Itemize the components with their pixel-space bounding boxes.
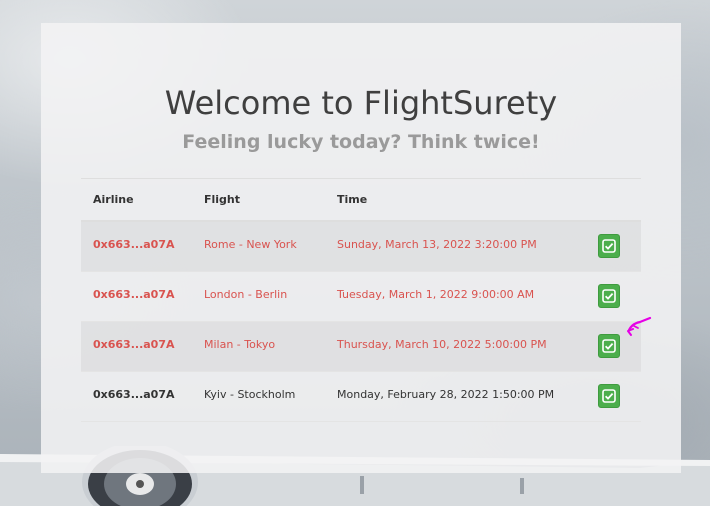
flight-route: London - Berlin — [204, 288, 288, 301]
check-square-icon — [602, 239, 616, 253]
flight-time: Monday, February 28, 2022 1:50:00 PM — [337, 388, 555, 401]
check-square-icon — [602, 289, 616, 303]
flight-route: Rome - New York — [204, 238, 297, 251]
table-row: 0x663...a07A Rome - New York Sunday, Mar… — [81, 222, 641, 272]
column-header-airline: Airline — [93, 193, 134, 206]
flight-route: Kyiv - Stockholm — [204, 388, 296, 401]
select-flight-button[interactable] — [598, 384, 620, 408]
hand-pointer-icon — [627, 316, 652, 336]
column-header-flight: Flight — [204, 193, 241, 206]
flight-time: Sunday, March 13, 2022 3:20:00 PM — [337, 238, 537, 251]
table-row: 0x663...a07A London - Berlin Tuesday, Ma… — [81, 272, 641, 322]
page-title: Welcome to FlightSurety — [164, 84, 558, 122]
flight-route: Milan - Tokyo — [204, 338, 276, 351]
table-header: Airline Flight Time — [81, 178, 641, 222]
flight-time: Tuesday, March 1, 2022 9:00:00 AM — [337, 288, 535, 301]
page-subtitle: Feeling lucky today? Think twice! — [182, 131, 540, 153]
table-row: 0x663...a07A Milan - Tokyo Thursday, Mar… — [81, 322, 641, 372]
airline-address: 0x663...a07A — [93, 288, 175, 301]
table-row: 0x663...a07A Kyiv - Stockholm Monday, Fe… — [81, 372, 641, 422]
column-header-time: Time — [337, 193, 368, 206]
check-square-icon — [602, 339, 616, 353]
flights-table: Airline Flight Time 0x663...a07A Rome - … — [81, 178, 641, 422]
flight-time: Thursday, March 10, 2022 5:00:00 PM — [337, 338, 547, 351]
airline-address: 0x663...a07A — [93, 388, 175, 401]
select-flight-button[interactable] — [598, 284, 620, 308]
airline-address: 0x663...a07A — [93, 238, 175, 251]
check-square-icon — [602, 389, 616, 403]
select-flight-button[interactable] — [598, 334, 620, 358]
airline-address: 0x663...a07A — [93, 338, 175, 351]
select-flight-button[interactable] — [598, 234, 620, 258]
